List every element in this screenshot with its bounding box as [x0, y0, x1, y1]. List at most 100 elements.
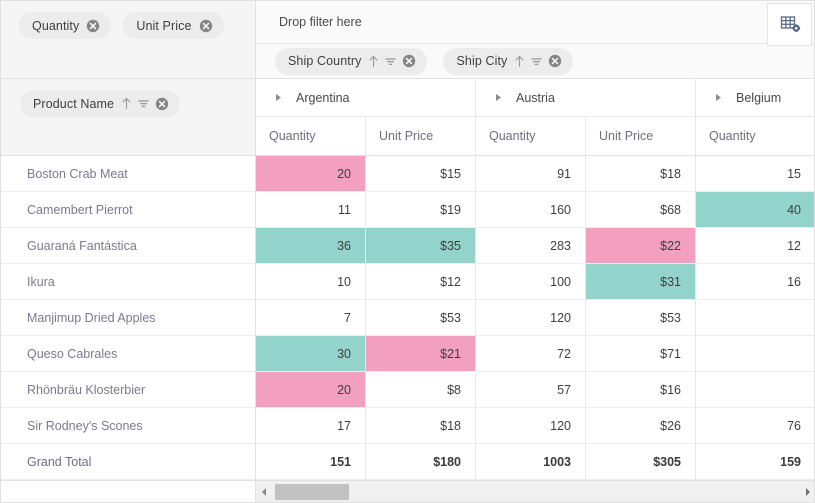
- data-cell[interactable]: $35: [366, 228, 476, 264]
- data-cell[interactable]: 120: [476, 408, 586, 444]
- table-row: 10 $12 100 $31 16: [256, 264, 814, 300]
- remove-icon[interactable]: [155, 97, 169, 111]
- data-cell[interactable]: [696, 300, 814, 336]
- scroll-left-button[interactable]: [256, 481, 272, 503]
- row-header-cell[interactable]: Boston Crab Meat: [1, 156, 255, 192]
- column-chip-ship-country[interactable]: Ship Country: [275, 47, 428, 75]
- filter-icon[interactable]: [137, 97, 150, 110]
- column-group-label: Austria: [516, 90, 555, 105]
- scroll-thumb[interactable]: [275, 483, 349, 500]
- filter-icon[interactable]: [384, 55, 397, 68]
- table-row: 20 $8 57 $16: [256, 372, 814, 408]
- data-cell[interactable]: $15: [366, 156, 476, 192]
- column-measure-header-1[interactable]: Unit Price: [366, 117, 476, 156]
- remove-icon[interactable]: [86, 19, 100, 33]
- data-cell[interactable]: 16: [696, 264, 814, 300]
- measure-chip-unit-price[interactable]: Unit Price: [123, 12, 224, 39]
- data-cell[interactable]: $305: [586, 444, 696, 480]
- data-cell[interactable]: $18: [586, 156, 696, 192]
- expand-icon[interactable]: [714, 93, 723, 102]
- chip-icon-group: [199, 19, 213, 33]
- grid-settings-button[interactable]: [767, 3, 812, 46]
- row-chip-product-name[interactable]: Product Name: [20, 90, 181, 117]
- data-cell[interactable]: 283: [476, 228, 586, 264]
- data-cell[interactable]: $8: [366, 372, 476, 408]
- measure-chip-quantity[interactable]: Quantity: [19, 12, 112, 39]
- column-fields-drop-zone[interactable]: Ship Country Ship City: [256, 44, 814, 79]
- row-header-cell[interactable]: Sir Rodney's Scones: [1, 408, 255, 444]
- data-cell[interactable]: 30: [256, 336, 366, 372]
- expand-icon[interactable]: [494, 93, 503, 102]
- filter-icon[interactable]: [530, 55, 543, 68]
- remove-icon[interactable]: [548, 54, 562, 68]
- chip-label: Ship Country: [288, 54, 362, 68]
- remove-icon[interactable]: [199, 19, 213, 33]
- column-group-header-belgium[interactable]: Belgium: [696, 79, 814, 117]
- data-cell[interactable]: $53: [586, 300, 696, 336]
- row-header-cell[interactable]: Guaraná Fantástica: [1, 228, 255, 264]
- data-cell[interactable]: 11: [256, 192, 366, 228]
- data-cell[interactable]: $31: [586, 264, 696, 300]
- column-measure-header-2[interactable]: Quantity: [476, 117, 586, 156]
- data-cell[interactable]: 7: [256, 300, 366, 336]
- data-cell[interactable]: 151: [256, 444, 366, 480]
- data-cell[interactable]: 10: [256, 264, 366, 300]
- chip-label: Quantity: [32, 18, 80, 33]
- data-cell[interactable]: 91: [476, 156, 586, 192]
- scroll-right-button[interactable]: [800, 481, 814, 503]
- column-measure-header-3[interactable]: Unit Price: [586, 117, 696, 156]
- row-header-cell[interactable]: Camembert Pierrot: [1, 192, 255, 228]
- row-header-grand-total[interactable]: Grand Total: [1, 444, 255, 480]
- row-fields-drop-zone[interactable]: Product Name: [1, 79, 256, 156]
- data-cell[interactable]: 12: [696, 228, 814, 264]
- data-cell[interactable]: 17: [256, 408, 366, 444]
- data-cell[interactable]: $26: [586, 408, 696, 444]
- scroll-track[interactable]: [272, 481, 800, 503]
- data-cell[interactable]: 15: [696, 156, 814, 192]
- data-cell[interactable]: 40: [696, 192, 814, 228]
- data-cell[interactable]: 57: [476, 372, 586, 408]
- data-cell[interactable]: [696, 372, 814, 408]
- data-cell[interactable]: $21: [366, 336, 476, 372]
- sort-asc-icon[interactable]: [514, 55, 525, 68]
- remove-icon[interactable]: [402, 54, 416, 68]
- data-cell[interactable]: $18: [366, 408, 476, 444]
- data-cell[interactable]: $16: [586, 372, 696, 408]
- data-cell[interactable]: 100: [476, 264, 586, 300]
- column-chip-ship-city[interactable]: Ship City: [443, 47, 574, 75]
- row-header-cell[interactable]: Manjimup Dried Apples: [1, 300, 255, 336]
- data-cell[interactable]: 120: [476, 300, 586, 336]
- data-cell[interactable]: $68: [586, 192, 696, 228]
- sort-asc-icon[interactable]: [368, 55, 379, 68]
- data-cell[interactable]: [696, 336, 814, 372]
- data-cell[interactable]: $53: [366, 300, 476, 336]
- data-cell[interactable]: 1003: [476, 444, 586, 480]
- data-cell[interactable]: 159: [696, 444, 814, 480]
- data-cell[interactable]: 36: [256, 228, 366, 264]
- data-cell[interactable]: 20: [256, 156, 366, 192]
- row-header-cell[interactable]: Ikura: [1, 264, 255, 300]
- column-group-header-austria[interactable]: Austria: [476, 79, 696, 117]
- data-cell[interactable]: 72: [476, 336, 586, 372]
- values-drop-zone[interactable]: Quantity Unit Price: [1, 1, 256, 79]
- expand-icon[interactable]: [274, 93, 283, 102]
- horizontal-scrollbar[interactable]: [256, 480, 814, 503]
- data-cell[interactable]: 160: [476, 192, 586, 228]
- sort-asc-icon[interactable]: [121, 97, 132, 110]
- row-header-cell[interactable]: Rhönbräu Klosterbier: [1, 372, 255, 408]
- column-measure-header-4[interactable]: Quantity: [696, 117, 814, 156]
- data-cell[interactable]: $19: [366, 192, 476, 228]
- data-cell[interactable]: 76: [696, 408, 814, 444]
- column-measure-header-0[interactable]: Quantity: [256, 117, 366, 156]
- row-header-cell[interactable]: Queso Cabrales: [1, 336, 255, 372]
- data-cell[interactable]: $22: [586, 228, 696, 264]
- column-group-header-argentina[interactable]: Argentina: [256, 79, 476, 117]
- column-group-label: Argentina: [296, 90, 350, 105]
- data-cell[interactable]: $12: [366, 264, 476, 300]
- data-cell[interactable]: 20: [256, 372, 366, 408]
- data-cell[interactable]: $71: [586, 336, 696, 372]
- data-cell[interactable]: $180: [366, 444, 476, 480]
- filter-zone-placeholder: Drop filter here: [279, 15, 362, 29]
- table-row: 30 $21 72 $71: [256, 336, 814, 372]
- filter-drop-zone[interactable]: Drop filter here: [256, 1, 814, 44]
